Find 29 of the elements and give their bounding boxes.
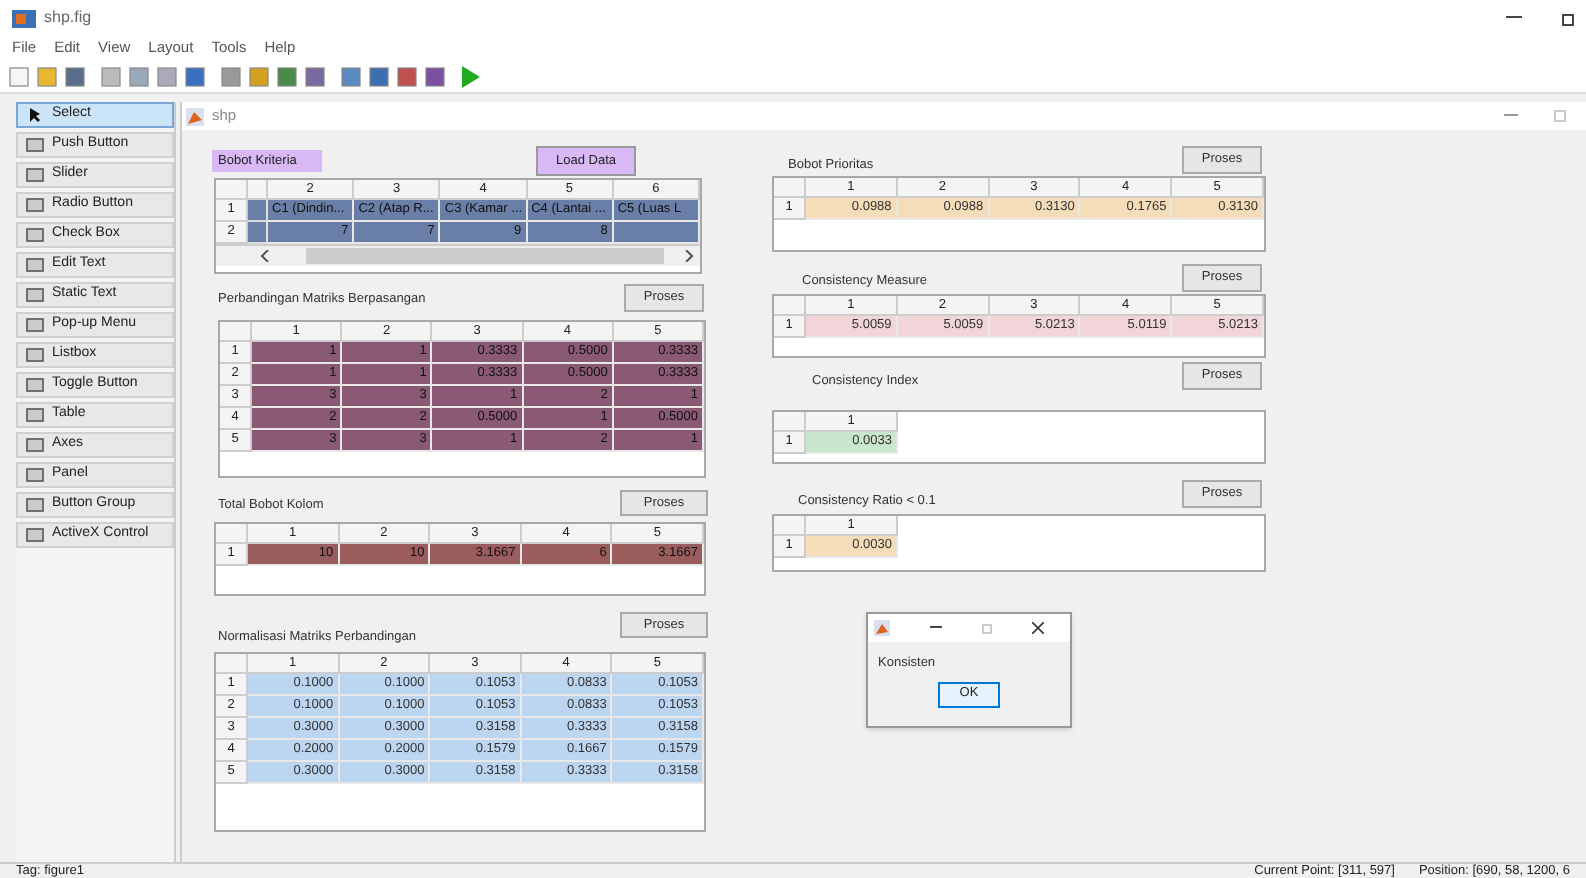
app-icon [12, 8, 36, 28]
figure-icon [874, 620, 890, 636]
figure-icon [186, 107, 204, 125]
play-icon[interactable] [460, 65, 480, 87]
tool-icon[interactable] [368, 65, 390, 87]
tool-icon[interactable] [304, 65, 326, 87]
tool-icon[interactable] [64, 65, 86, 87]
tool-icon[interactable] [424, 65, 446, 87]
tool-icon[interactable] [220, 65, 242, 87]
close-icon[interactable] [1032, 622, 1044, 634]
tool-icon[interactable] [156, 65, 178, 87]
scrollbar[interactable] [216, 244, 700, 266]
minimize-icon[interactable] [930, 626, 942, 630]
scroll-left-icon[interactable] [260, 250, 270, 262]
scroll-right-icon[interactable] [684, 250, 694, 262]
tool-icon[interactable] [184, 65, 206, 87]
tool-icon[interactable] [340, 65, 362, 87]
tool-icon[interactable] [276, 65, 298, 87]
tool-icon[interactable] [100, 65, 122, 87]
pointer-icon [26, 108, 44, 122]
scroll-thumb[interactable] [306, 248, 664, 264]
tool-icon[interactable] [396, 65, 418, 87]
tool-icon[interactable] [36, 65, 58, 87]
tool-icon[interactable] [128, 65, 150, 87]
minimize-icon[interactable] [1506, 16, 1522, 20]
tool-icon[interactable] [248, 65, 270, 87]
maximize-icon [982, 623, 992, 633]
window-title: shp.fig [44, 6, 92, 30]
restore-icon[interactable] [1562, 11, 1574, 25]
